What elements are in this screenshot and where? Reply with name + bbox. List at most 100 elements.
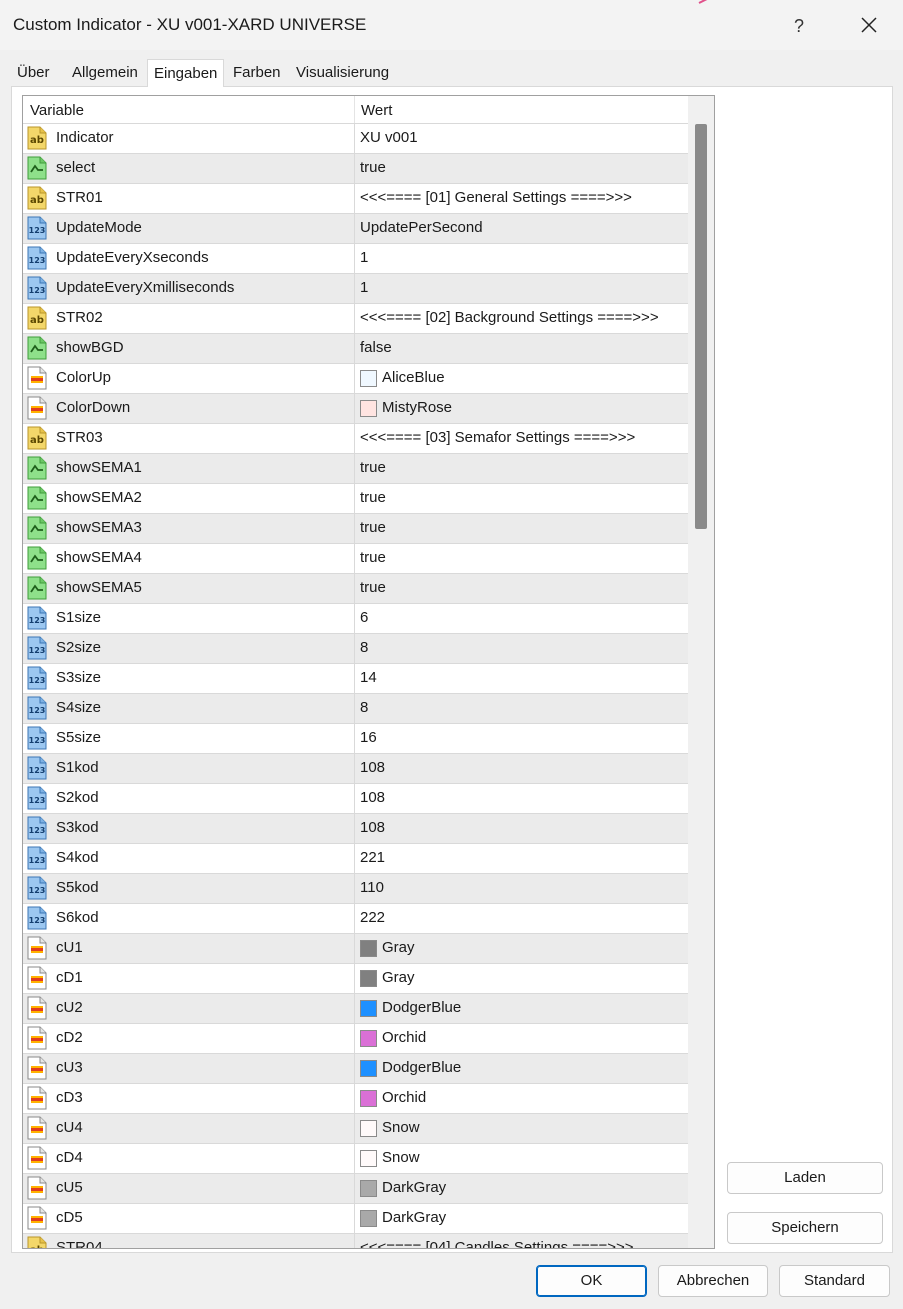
param-value[interactable]: DarkGray	[382, 1209, 446, 1226]
param-row-updatemode[interactable]: 123 UpdateMode UpdatePerSecond	[23, 213, 688, 243]
param-row-showbgd[interactable]: showBGD false	[23, 333, 688, 363]
color-swatch[interactable]	[360, 1060, 377, 1077]
param-value[interactable]: 110	[360, 879, 384, 896]
param-row-cd3[interactable]: cD3 Orchid	[23, 1083, 688, 1113]
load-button[interactable]: Laden	[727, 1162, 883, 1194]
param-row-s2kod[interactable]: 123 S2kod 108	[23, 783, 688, 813]
color-swatch[interactable]	[360, 1150, 377, 1167]
param-value[interactable]: DarkGray	[382, 1179, 446, 1196]
vertical-scrollbar[interactable]	[688, 96, 714, 1248]
param-row-updateeveryxmilliseconds[interactable]: 123 UpdateEveryXmilliseconds 1	[23, 273, 688, 303]
param-value[interactable]: 108	[360, 759, 385, 776]
param-value[interactable]: <<<==== [04] Candles Settings ====>>>	[360, 1239, 634, 1248]
param-row-s4kod[interactable]: 123 S4kod 221	[23, 843, 688, 873]
param-row-showsema3[interactable]: showSEMA3 true	[23, 513, 688, 543]
scrollbar-thumb[interactable]	[695, 124, 707, 529]
color-swatch[interactable]	[360, 400, 377, 417]
param-value[interactable]: 108	[360, 789, 385, 806]
param-row-colordown[interactable]: ColorDown MistyRose	[23, 393, 688, 423]
param-row-s3kod[interactable]: 123 S3kod 108	[23, 813, 688, 843]
param-value[interactable]: 1	[360, 279, 368, 296]
param-value[interactable]: <<<==== [01] General Settings ====>>>	[360, 189, 632, 206]
param-value[interactable]: AliceBlue	[382, 369, 445, 386]
param-value[interactable]: 221	[360, 849, 385, 866]
param-value[interactable]: DodgerBlue	[382, 999, 461, 1016]
param-value[interactable]: 108	[360, 819, 385, 836]
param-row-updateeveryxseconds[interactable]: 123 UpdateEveryXseconds 1	[23, 243, 688, 273]
param-row-showsema4[interactable]: showSEMA4 true	[23, 543, 688, 573]
param-value[interactable]: true	[360, 459, 386, 476]
param-row-showsema2[interactable]: showSEMA2 true	[23, 483, 688, 513]
param-value[interactable]: 6	[360, 609, 368, 626]
default-button[interactable]: Standard	[779, 1265, 890, 1297]
help-button[interactable]: ?	[785, 12, 813, 40]
param-value[interactable]: Snow	[382, 1149, 420, 1166]
color-swatch[interactable]	[360, 970, 377, 987]
param-row-cu3[interactable]: cU3 DodgerBlue	[23, 1053, 688, 1083]
param-row-s6kod[interactable]: 123 S6kod 222	[23, 903, 688, 933]
param-row-s2size[interactable]: 123 S2size 8	[23, 633, 688, 663]
cancel-button[interactable]: Abbrechen	[658, 1265, 768, 1297]
param-row-str04[interactable]: ab STR04 <<<==== [04] Candles Settings ===…	[23, 1233, 688, 1248]
color-swatch[interactable]	[360, 1120, 377, 1137]
param-row-showsema5[interactable]: showSEMA5 true	[23, 573, 688, 603]
param-row-select[interactable]: select true	[23, 153, 688, 183]
param-value[interactable]: <<<==== [03] Semafor Settings ====>>>	[360, 429, 635, 446]
param-value[interactable]: DodgerBlue	[382, 1059, 461, 1076]
param-value[interactable]: Gray	[382, 969, 415, 986]
param-value[interactable]: 14	[360, 669, 377, 686]
column-header-value[interactable]: Wert	[361, 102, 392, 119]
close-button[interactable]	[854, 10, 884, 40]
param-row-cu5[interactable]: cU5 DarkGray	[23, 1173, 688, 1203]
param-row-cd4[interactable]: cD4 Snow	[23, 1143, 688, 1173]
param-row-s1kod[interactable]: 123 S1kod 108	[23, 753, 688, 783]
param-row-s4size[interactable]: 123 S4size 8	[23, 693, 688, 723]
param-row-cu4[interactable]: cU4 Snow	[23, 1113, 688, 1143]
color-swatch[interactable]	[360, 1000, 377, 1017]
param-value[interactable]: true	[360, 549, 386, 566]
param-value[interactable]: UpdatePerSecond	[360, 219, 483, 236]
param-value[interactable]: 8	[360, 639, 368, 656]
param-value[interactable]: Orchid	[382, 1089, 426, 1106]
param-value[interactable]: true	[360, 159, 386, 176]
param-row-str02[interactable]: ab STR02 <<<==== [02] Background Settings …	[23, 303, 688, 333]
param-row-colorup[interactable]: ColorUp AliceBlue	[23, 363, 688, 393]
param-value[interactable]: true	[360, 519, 386, 536]
param-row-showsema1[interactable]: showSEMA1 true	[23, 453, 688, 483]
color-swatch[interactable]	[360, 1180, 377, 1197]
param-row-s3size[interactable]: 123 S3size 14	[23, 663, 688, 693]
tab-allgemein[interactable]: Allgemein	[66, 61, 144, 85]
param-value[interactable]: 1	[360, 249, 368, 266]
tab-visualisierung[interactable]: Visualisierung	[290, 61, 395, 85]
param-value[interactable]: MistyRose	[382, 399, 452, 416]
color-swatch[interactable]	[360, 370, 377, 387]
param-row-s5kod[interactable]: 123 S5kod 110	[23, 873, 688, 903]
column-divider[interactable]	[354, 96, 355, 123]
param-value[interactable]: true	[360, 579, 386, 596]
param-value[interactable]: <<<==== [02] Background Settings ====>>>	[360, 309, 659, 326]
save-button[interactable]: Speichern	[727, 1212, 883, 1244]
tab-farben[interactable]: Farben	[227, 61, 287, 85]
param-row-cd2[interactable]: cD2 Orchid	[23, 1023, 688, 1053]
param-value[interactable]: 8	[360, 699, 368, 716]
tab-ueber[interactable]: Über	[11, 61, 56, 85]
param-value[interactable]: Gray	[382, 939, 415, 956]
param-value[interactable]: false	[360, 339, 392, 356]
param-value[interactable]: 222	[360, 909, 385, 926]
param-row-indicator[interactable]: ab Indicator XU v001	[23, 123, 688, 153]
param-row-cd5[interactable]: cD5 DarkGray	[23, 1203, 688, 1233]
color-swatch[interactable]	[360, 1090, 377, 1107]
param-row-str03[interactable]: ab STR03 <<<==== [03] Semafor Settings ===…	[23, 423, 688, 453]
param-row-cu1[interactable]: cU1 Gray	[23, 933, 688, 963]
param-value[interactable]: Snow	[382, 1119, 420, 1136]
column-header-variable[interactable]: Variable	[30, 102, 84, 119]
param-row-cd1[interactable]: cD1 Gray	[23, 963, 688, 993]
ok-button[interactable]: OK	[536, 1265, 647, 1297]
color-swatch[interactable]	[360, 940, 377, 957]
param-row-cu2[interactable]: cU2 DodgerBlue	[23, 993, 688, 1023]
param-row-s5size[interactable]: 123 S5size 16	[23, 723, 688, 753]
param-value[interactable]: Orchid	[382, 1029, 426, 1046]
color-swatch[interactable]	[360, 1030, 377, 1047]
param-value[interactable]: 16	[360, 729, 377, 746]
param-value[interactable]: XU v001	[360, 129, 418, 146]
